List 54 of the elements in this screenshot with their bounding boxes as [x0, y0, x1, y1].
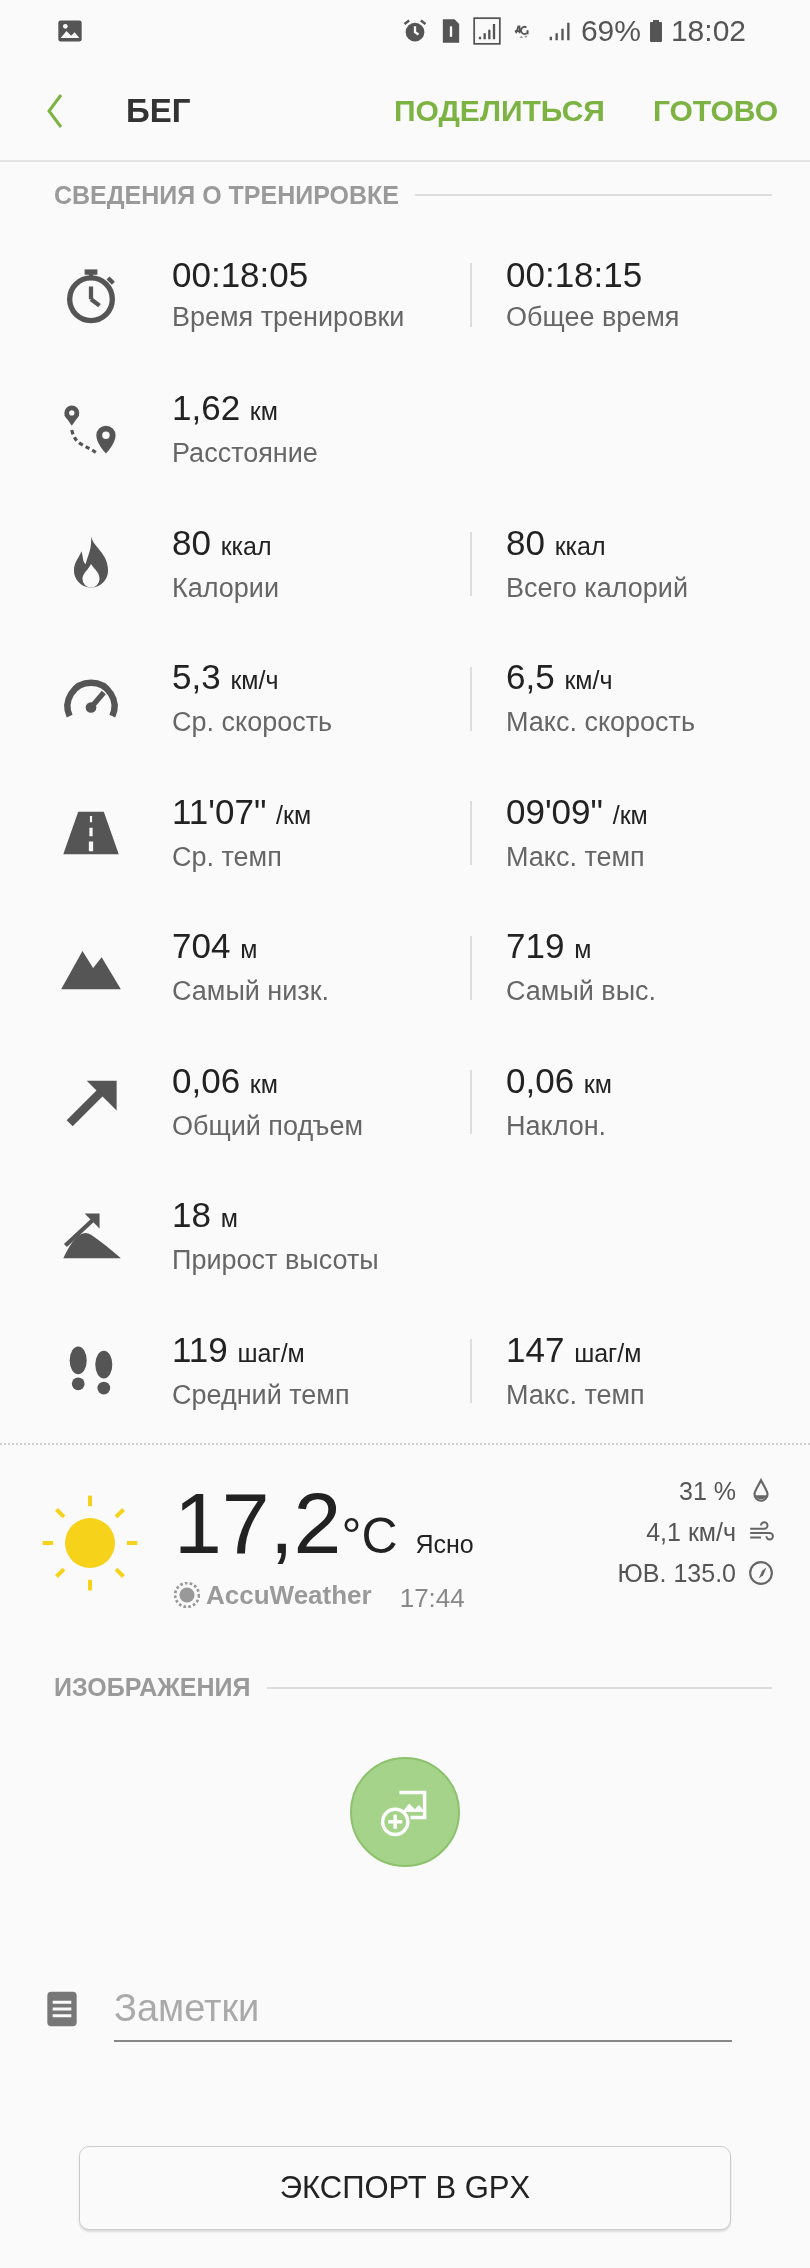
metric-label: Прирост высоты [172, 1244, 379, 1278]
metric-label: Макс. скорость [506, 706, 696, 740]
metric-value: 704 м [172, 925, 258, 968]
metric-label: Общий подъем [172, 1109, 363, 1143]
metric-value: 119 шаг/м [172, 1328, 305, 1371]
weather-time: 17:44 [399, 1582, 465, 1614]
metric-value: 0,06 км [506, 1059, 612, 1102]
metric-label: Калории [172, 571, 279, 605]
section-heading: ИЗОБРАЖЕНИЯ [54, 1673, 251, 1702]
metric-label: Макс. темп [506, 1378, 645, 1412]
metric-label: Время тренировки [172, 301, 405, 335]
metric-label: Ср. скорость [172, 706, 333, 740]
header-action-button[interactable]: ГОТОВО [648, 90, 782, 132]
metric-value: 11'07" /км [172, 790, 312, 833]
metric-value: 0,06 км [172, 1059, 278, 1102]
notes-icon [46, 1989, 78, 2028]
provider-sun-icon [174, 1582, 200, 1608]
notes-field[interactable]: Заметки [114, 1982, 732, 2042]
temperature: 17,2 [174, 1473, 342, 1573]
export-button[interactable]: ЭКСПОРТ В GPX [79, 2145, 731, 2230]
metric-value: 147 шаг/м [506, 1328, 642, 1371]
header-action-button[interactable]: ПОДЕЛИТЬСЯ [390, 90, 609, 132]
compass-icon [748, 1560, 774, 1586]
weather-detail: ЮВ. 135.0 [617, 1558, 736, 1588]
metric-label: Наклон. [506, 1109, 607, 1143]
battery-icon [648, 18, 663, 44]
metric-value: 09'09" /км [506, 790, 648, 833]
metric-label: Самый низк. [172, 975, 330, 1009]
provider-name: AccuWeather [206, 1579, 372, 1611]
metric-value: 719 м [506, 925, 592, 968]
metric-value: 1,62 км [172, 387, 278, 430]
screen-title: БЕГ [126, 92, 192, 130]
metric-label: Расстояние [172, 437, 318, 471]
clock-time: 18:02 [670, 14, 746, 48]
metric-label: Средний темп [172, 1378, 350, 1412]
metric-label: Всего калорий [506, 571, 688, 605]
metric-value: 5,3 км/ч [172, 656, 279, 699]
temperature-unit: °C [341, 1506, 398, 1565]
metric-value: 00:18:05 [172, 254, 309, 297]
metric-label: Общее время [506, 301, 680, 335]
weather-detail: 4,1 км/ч [646, 1517, 736, 1547]
section-heading: СВЕДЕНИЯ О ТРЕНИРОВКЕ [54, 180, 400, 210]
metric-label: Самый выс. [506, 975, 657, 1009]
metric-value: 80 ккал [172, 521, 272, 564]
battery-percent: 69% [580, 14, 641, 48]
metric-value: 80 ккал [506, 521, 606, 564]
metric-value: 6,5 км/ч [506, 656, 613, 699]
signal-icon [472, 17, 501, 45]
weather-detail: 31 % [679, 1476, 736, 1506]
metric-label: Макс. темп [506, 840, 645, 874]
metric-value: 00:18:15 [506, 254, 643, 297]
weather-condition: Ясно [415, 1529, 474, 1559]
metric-value: 18 м [172, 1194, 238, 1237]
metric-label: Ср. темп [172, 840, 282, 874]
